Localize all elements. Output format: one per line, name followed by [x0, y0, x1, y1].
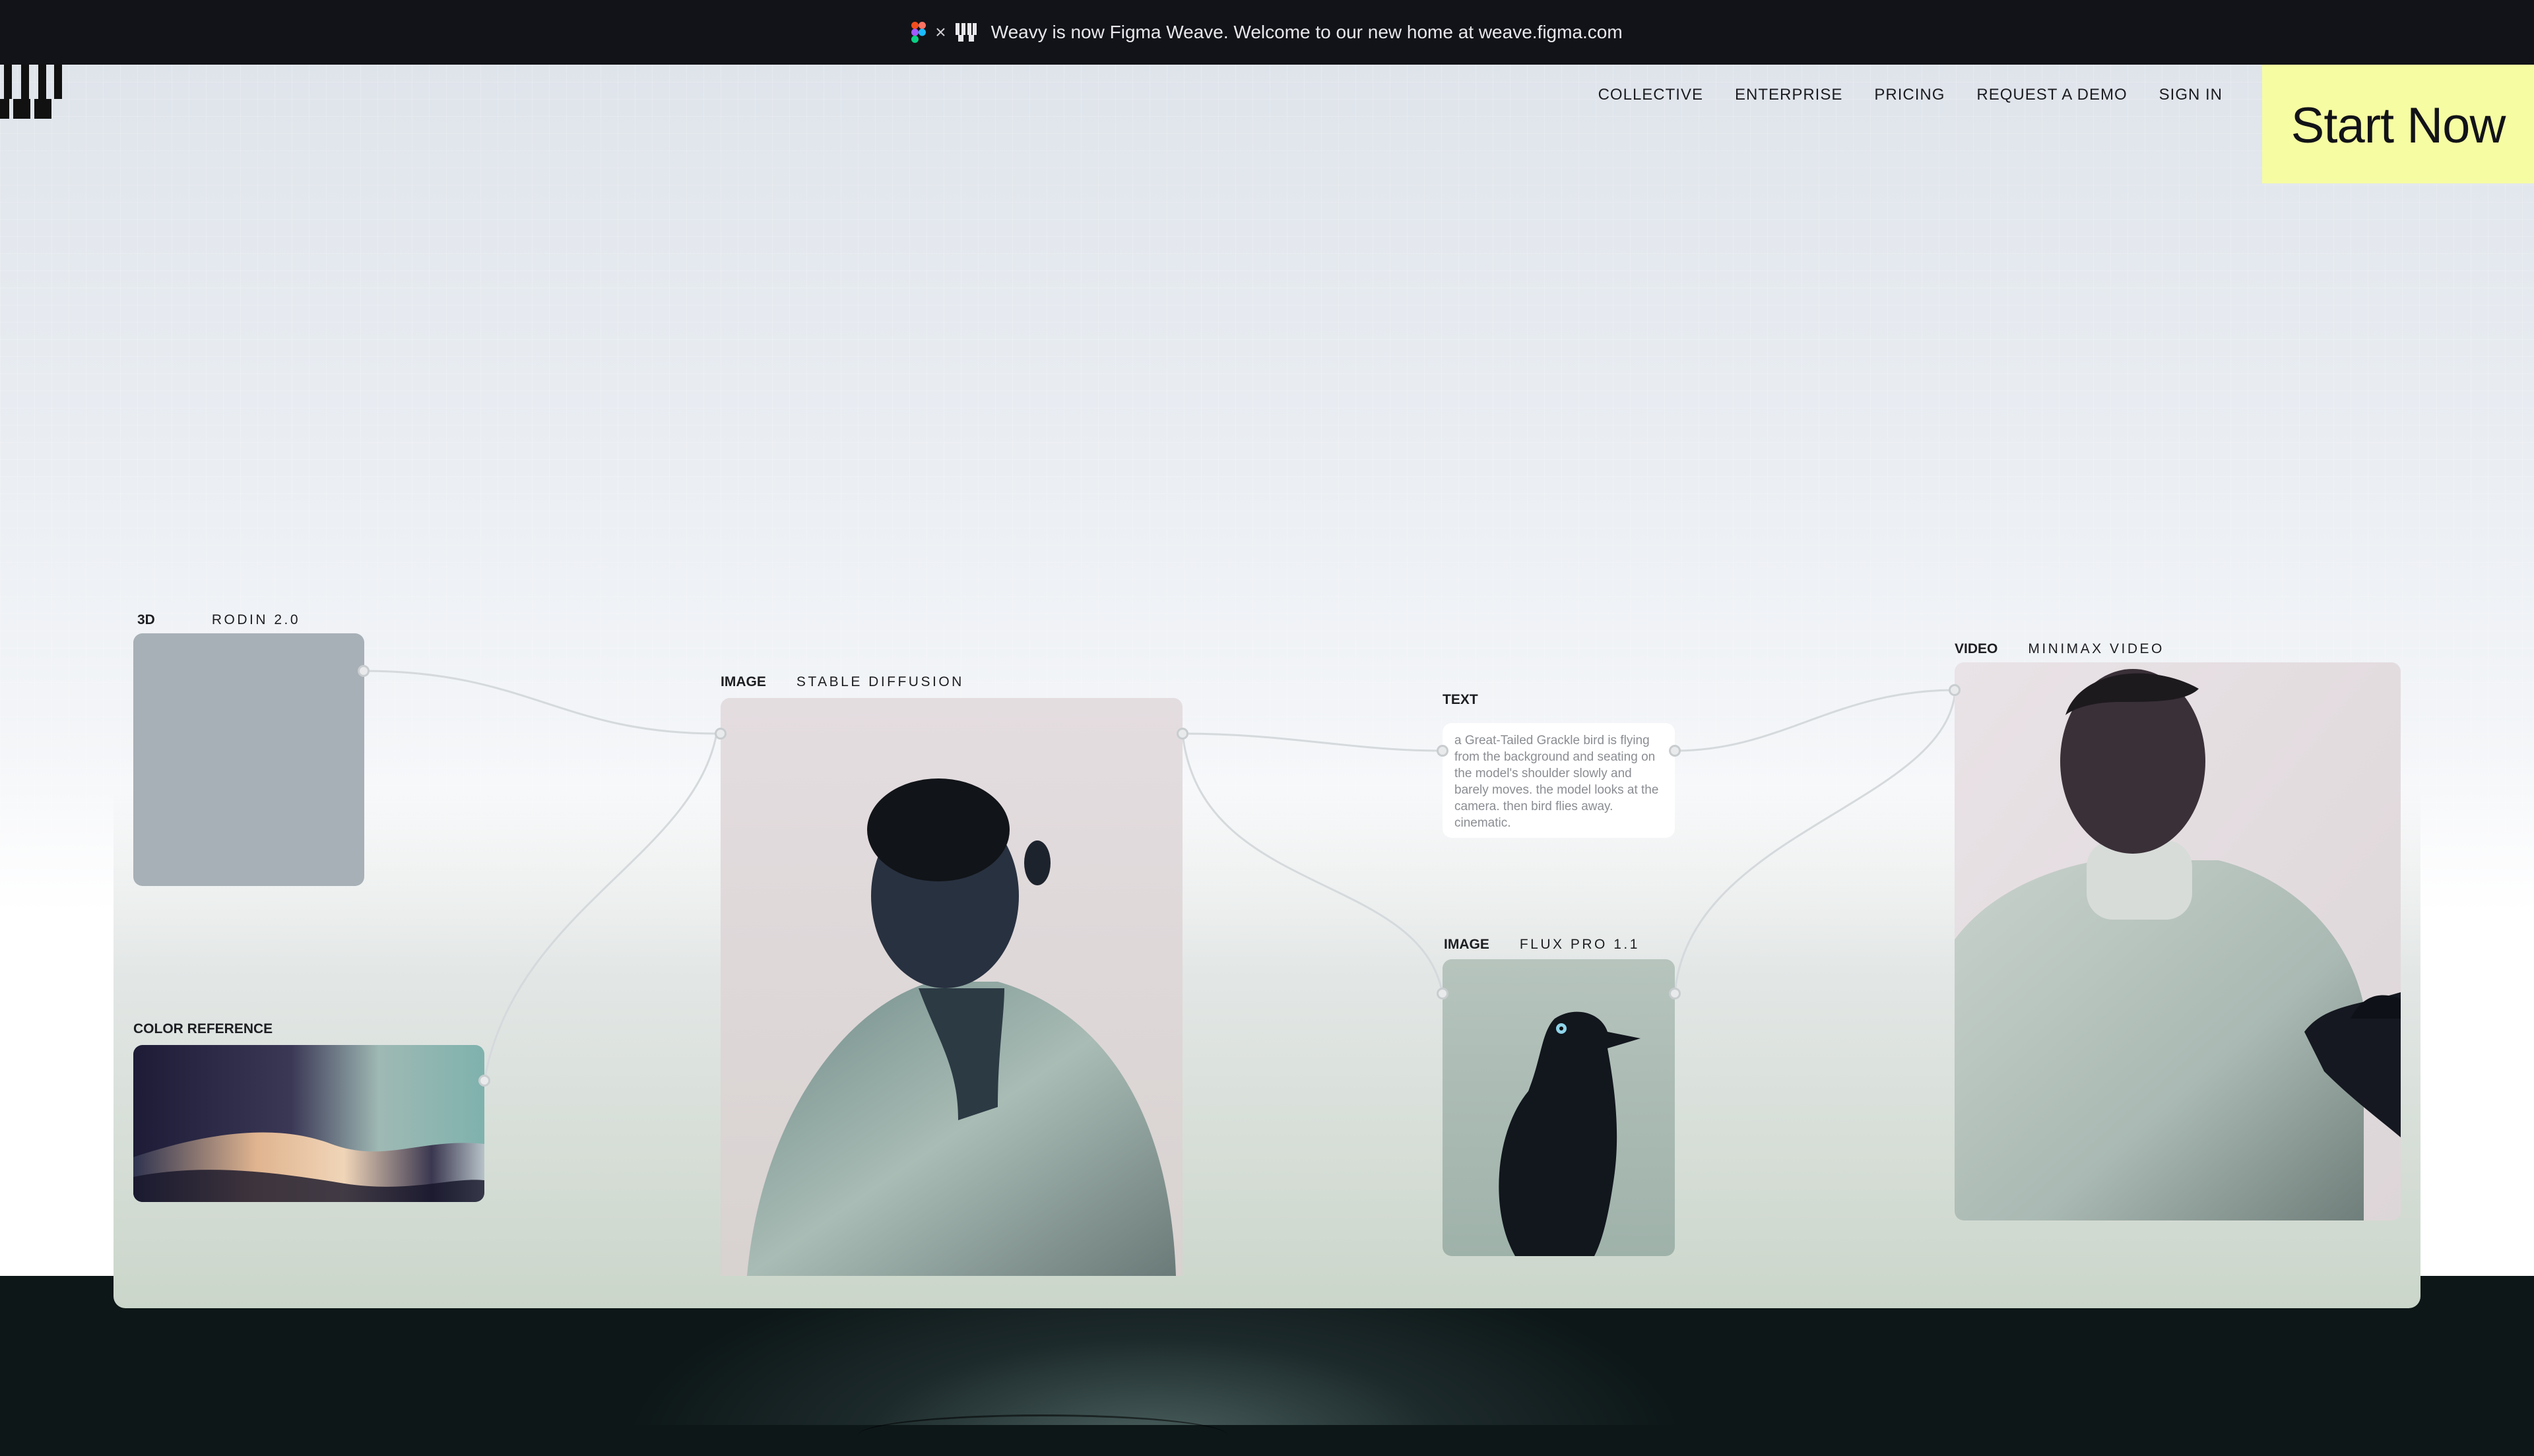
- input-handle[interactable]: [1437, 988, 1448, 999]
- rodin-3d-preview[interactable]: [133, 633, 364, 886]
- portrait-with-bird-image: [1955, 662, 2401, 1220]
- output-handle[interactable]: [478, 1075, 490, 1087]
- output-handle[interactable]: [1669, 745, 1681, 757]
- node-title-rodin: 3D RODIN 2.0: [137, 612, 300, 628]
- input-handle[interactable]: [1437, 745, 1448, 757]
- node-model: FLUX PRO 1.1: [1519, 937, 1640, 952]
- node-title-flux: IMAGE FLUX PRO 1.1: [1444, 937, 1640, 953]
- node-kind: VIDEO: [1955, 641, 1998, 656]
- nav-request-demo[interactable]: REQUEST A DEMO: [1961, 77, 2143, 113]
- nav-sign-in[interactable]: SIGN IN: [2143, 77, 2238, 113]
- node-kind: TEXT: [1443, 692, 1478, 707]
- prompt-text: a Great-Tailed Grackle bird is flying fr…: [1454, 734, 1659, 830]
- stable-diffusion-output-image[interactable]: [721, 698, 1183, 1276]
- output-handle[interactable]: [1177, 728, 1188, 740]
- flux-output-image[interactable]: [1443, 959, 1675, 1256]
- times-separator: ×: [935, 22, 946, 42]
- nav-enterprise[interactable]: ENTERPRISE: [1719, 77, 1858, 113]
- node-title-color-reference: COLOR REFERENCE: [133, 1021, 273, 1037]
- node-kind: 3D: [137, 612, 155, 627]
- output-handle[interactable]: [358, 665, 370, 677]
- node-kind: IMAGE: [721, 674, 766, 689]
- input-handle[interactable]: [715, 728, 727, 740]
- figma-logo-icon: [911, 22, 926, 43]
- node-model: STABLE DIFFUSION: [796, 674, 964, 689]
- weavy-logo[interactable]: [0, 65, 63, 119]
- portrait-image: [721, 698, 1183, 1276]
- main-nav: COLLECTIVE ENTERPRISE PRICING REQUEST A …: [1582, 65, 2534, 183]
- video-output-preview[interactable]: [1955, 662, 2401, 1220]
- node-model: RODIN 2.0: [211, 612, 301, 627]
- banner-message: Weavy is now Figma Weave. Welcome to our…: [991, 22, 1623, 42]
- node-title-text: TEXT: [1443, 692, 1478, 708]
- text-prompt-card[interactable]: a Great-Tailed Grackle bird is flying fr…: [1443, 723, 1675, 838]
- node-kind: COLOR REFERENCE: [133, 1021, 273, 1036]
- weavy-logo-icon: [955, 23, 977, 42]
- node-title-video: VIDEO MINIMAX VIDEO: [1955, 641, 2164, 657]
- nav-collective[interactable]: COLLECTIVE: [1582, 77, 1719, 113]
- output-handle[interactable]: [1669, 988, 1681, 999]
- node-title-stable-diffusion: IMAGE STABLE DIFFUSION: [721, 674, 964, 690]
- abstract-wave-image: [133, 1045, 484, 1202]
- node-kind: IMAGE: [1444, 937, 1489, 952]
- nav-pricing[interactable]: PRICING: [1858, 77, 1961, 113]
- grackle-bird-image: [1443, 959, 1675, 1256]
- node-model: MINIMAX VIDEO: [2028, 641, 2164, 656]
- announcement-banner[interactable]: × Weavy is now Figma Weave. Welcome to o…: [0, 0, 2534, 65]
- input-handle[interactable]: [1949, 684, 1961, 696]
- color-reference-image[interactable]: [133, 1045, 484, 1202]
- start-now-button[interactable]: Start Now: [2262, 65, 2534, 183]
